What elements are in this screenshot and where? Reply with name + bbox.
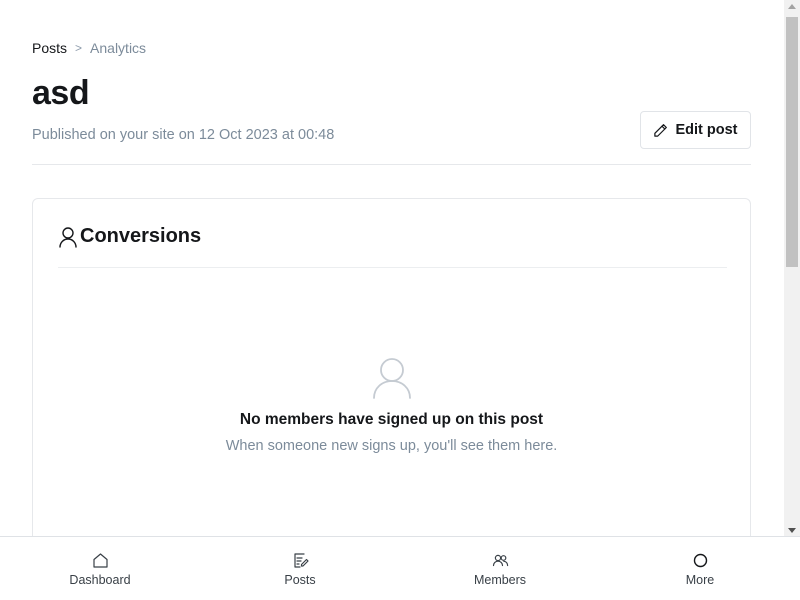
card-divider (58, 267, 727, 268)
edit-post-label: Edit post (675, 122, 738, 138)
nav-label-more: More (685, 573, 715, 587)
empty-user-icon (372, 358, 411, 399)
home-icon (92, 553, 108, 568)
breadcrumb-separator: > (75, 41, 83, 55)
members-icon (492, 554, 508, 567)
conversions-title: Conversions (80, 225, 202, 247)
header-divider (32, 164, 751, 165)
posts-icon (293, 553, 309, 568)
nav-item-dashboard[interactable]: Dashboard (0, 537, 200, 600)
pencil-icon (654, 123, 668, 137)
nav-item-more[interactable]: More (600, 537, 800, 600)
published-info: Published on your site on 12 Oct 2023 at… (32, 127, 335, 143)
nav-item-posts[interactable]: Posts (200, 537, 400, 600)
page-title: asd (32, 74, 90, 112)
nav-label-dashboard: Dashboard (69, 573, 131, 587)
nav-item-members[interactable]: Members (400, 537, 600, 600)
conversions-heading: Conversions (58, 225, 201, 248)
breadcrumb-current: Analytics (90, 40, 147, 56)
scroll-down-arrow-icon[interactable] (788, 528, 796, 533)
bottom-nav: Dashboard Posts Members More (0, 536, 800, 600)
circle-icon (693, 553, 707, 568)
conversions-card: Conversions No members have signed up on… (32, 198, 751, 536)
breadcrumb: Posts > Analytics (32, 40, 146, 56)
nav-label-posts: Posts (284, 573, 316, 587)
empty-state: No members have signed up on this post W… (33, 357, 750, 454)
vertical-scrollbar[interactable] (784, 0, 800, 536)
scroll-up-arrow-icon[interactable] (788, 4, 796, 9)
edit-post-button[interactable]: Edit post (640, 111, 751, 149)
empty-state-subtitle: When someone new signs up, you'll see th… (225, 438, 558, 454)
user-icon (59, 226, 77, 248)
empty-state-title: No members have signed up on this post (239, 411, 544, 428)
post-analytics-page: Posts > Analytics asd Published on your … (0, 0, 784, 536)
nav-label-members: Members (473, 573, 527, 587)
breadcrumb-posts-link[interactable]: Posts (32, 40, 67, 56)
scroll-thumb[interactable] (786, 17, 798, 267)
